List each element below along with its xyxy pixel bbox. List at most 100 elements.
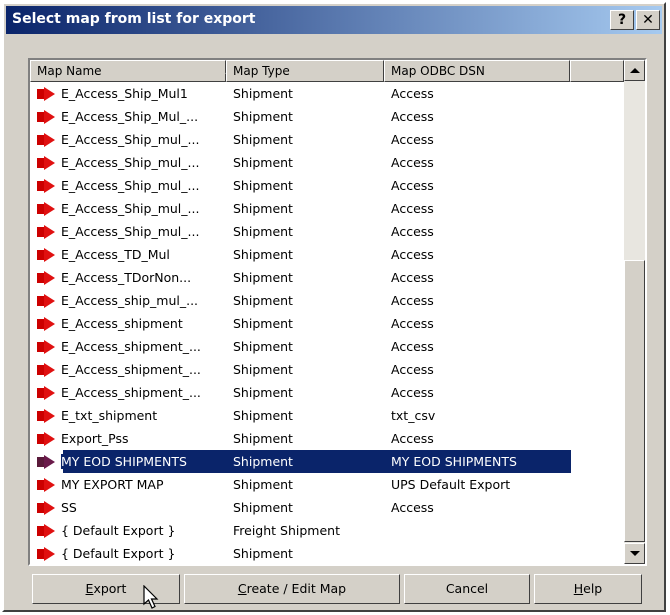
map-dsn-cell: Access <box>391 431 434 446</box>
map-dsn-cell: Access <box>391 270 434 285</box>
help-button[interactable]: Help <box>534 574 642 604</box>
map-name-cell: { Default Export } <box>37 519 227 542</box>
list-item[interactable]: Export_Pss Shipment Access <box>30 427 624 450</box>
list-item[interactable]: E_Access_shipment Shipment Access <box>30 312 624 335</box>
map-name-cell: E_Access_shipment_... <box>37 335 227 358</box>
map-dsn-cell: Access <box>391 247 434 262</box>
list-item[interactable]: E_Access_Ship_mul_... Shipment Access <box>30 174 624 197</box>
list-item[interactable]: E_Access_shipment_... Shipment Access <box>30 358 624 381</box>
list-item[interactable]: E_Access_TDorNon... Shipment Access <box>30 266 624 289</box>
list-item[interactable]: { Default Export } Shipment <box>30 542 624 564</box>
map-dsn-cell: Access <box>391 316 434 331</box>
list-item[interactable]: { Default Export } Freight Shipment <box>30 519 624 542</box>
map-name: E_Access_shipment_... <box>61 339 201 354</box>
map-name-cell: E_Access_TD_Mul <box>37 243 227 266</box>
map-name-cell: E_Access_Ship_mul_... <box>37 220 227 243</box>
list-item[interactable]: E_Access_Ship_Mul1 Shipment Access <box>30 82 624 105</box>
map-name: E_Access_ship_mul_... <box>61 293 199 308</box>
arrow-up-icon <box>630 68 640 73</box>
column-header-map-type[interactable]: Map Type <box>226 60 384 82</box>
list-item[interactable]: SS Shipment Access <box>30 496 624 519</box>
map-dsn-cell <box>391 519 571 542</box>
close-button[interactable]: ✕ <box>636 10 660 30</box>
map-type-cell: Shipment <box>233 109 293 124</box>
export-map-icon <box>37 362 56 378</box>
scroll-down-button[interactable] <box>624 543 645 564</box>
export-map-icon <box>37 247 56 263</box>
scroll-thumb[interactable] <box>624 260 645 542</box>
list-item[interactable]: MY EXPORT MAP Shipment UPS Default Export <box>30 473 624 496</box>
map-dsn-cell <box>391 542 571 564</box>
map-dsn-cell: Access <box>391 500 434 515</box>
map-dsn-cell: Access <box>391 201 434 216</box>
export-map-icon <box>37 546 56 562</box>
cancel-button[interactable]: Cancel <box>404 574 530 604</box>
map-list[interactable]: Map Name Map Type Map ODBC DSN E_Access_… <box>28 58 647 566</box>
map-type-cell: Shipment <box>233 408 293 423</box>
vertical-scrollbar[interactable] <box>624 60 645 564</box>
export-map-icon <box>37 523 56 539</box>
map-name-cell: E_Access_Ship_mul_... <box>37 197 227 220</box>
map-type-cell: Shipment <box>233 86 293 101</box>
list-item[interactable]: E_Access_ship_mul_... Shipment Access <box>30 289 624 312</box>
create-edit-map-button[interactable]: Create / Edit Map <box>184 574 400 604</box>
map-type-cell: Shipment <box>233 385 293 400</box>
export-map-icon <box>37 155 56 171</box>
column-header-map-name[interactable]: Map Name <box>30 60 233 82</box>
map-type-cell: Shipment <box>233 224 293 239</box>
map-name: E_Access_TD_Mul <box>61 247 170 262</box>
map-type-cell: Shipment <box>233 362 293 377</box>
map-dsn-cell: Access <box>391 224 434 239</box>
map-type-cell: Shipment <box>233 339 293 354</box>
list-item[interactable]: E_Access_Ship_mul_... Shipment Access <box>30 220 624 243</box>
map-name: SS <box>61 500 77 515</box>
map-name: E_Access_Ship_mul_... <box>61 132 200 147</box>
map-dsn-cell: Access <box>391 155 434 170</box>
list-item[interactable]: MY EOD SHIPMENTS Shipment MY EOD SHIPMENTS <box>30 450 624 473</box>
map-name: MY EOD SHIPMENTS <box>61 454 187 469</box>
map-name-cell: SS <box>37 496 227 519</box>
map-name: E_Access_shipment_... <box>61 385 201 400</box>
list-item[interactable]: E_Access_TD_Mul Shipment Access <box>30 243 624 266</box>
map-dsn-cell: UPS Default Export <box>391 477 511 492</box>
map-name-cell: E_Access_TDorNon... <box>37 266 227 289</box>
help-label: Help <box>573 581 603 596</box>
column-header-map-odbc-dsn[interactable]: Map ODBC DSN <box>384 60 570 82</box>
help-title-button[interactable]: ? <box>610 10 634 30</box>
export-map-icon <box>37 109 56 125</box>
list-item[interactable]: E_Access_Ship_mul_... Shipment Access <box>30 197 624 220</box>
title-bar: Select map from list for export ? ✕ <box>6 6 662 34</box>
export-map-icon <box>37 431 56 447</box>
map-name: { Default Export } <box>61 546 176 561</box>
map-name: E_txt_shipment <box>61 408 158 423</box>
map-type-cell: Shipment <box>233 431 293 446</box>
map-rows: E_Access_Ship_Mul1 Shipment Access E_Access… <box>30 82 624 564</box>
map-name-cell: E_Access_shipment_... <box>37 358 227 381</box>
list-item[interactable]: E_txt_shipment Shipment txt_csv <box>30 404 624 427</box>
list-item[interactable]: E_Access_Ship_Mul_... Shipment Access <box>30 105 624 128</box>
cancel-label: Cancel <box>445 581 489 596</box>
map-name-cell: E_txt_shipment <box>37 404 227 427</box>
map-name: E_Access_TDorNon... <box>61 270 192 285</box>
column-header-filler <box>570 60 624 82</box>
map-type-cell: Shipment <box>233 450 388 473</box>
export-map-icon <box>37 477 56 493</box>
map-dsn-cell: txt_csv <box>391 408 436 423</box>
map-name-cell: E_Access_Ship_Mul1 <box>37 82 227 105</box>
map-type-cell: Shipment <box>233 546 293 561</box>
map-name-cell: { Default Export } <box>37 542 227 564</box>
list-item[interactable]: E_Access_Ship_mul_... Shipment Access <box>30 151 624 174</box>
map-dsn-cell: Access <box>391 86 434 101</box>
map-name: E_Access_Ship_mul_... <box>61 155 200 170</box>
list-item[interactable]: E_Access_shipment_... Shipment Access <box>30 381 624 404</box>
map-dsn-cell: Access <box>391 293 434 308</box>
map-type-cell: Shipment <box>233 293 293 308</box>
map-name-cell: E_Access_Ship_mul_... <box>37 174 227 197</box>
map-name: E_Access_Ship_Mul1 <box>61 86 188 101</box>
export-map-icon <box>37 408 56 424</box>
list-item[interactable]: E_Access_shipment_... Shipment Access <box>30 335 624 358</box>
list-item[interactable]: E_Access_Ship_mul_... Shipment Access <box>30 128 624 151</box>
map-dsn-cell: Access <box>391 178 434 193</box>
map-name: E_Access_Ship_mul_... <box>61 224 200 239</box>
scroll-up-button[interactable] <box>624 60 645 81</box>
